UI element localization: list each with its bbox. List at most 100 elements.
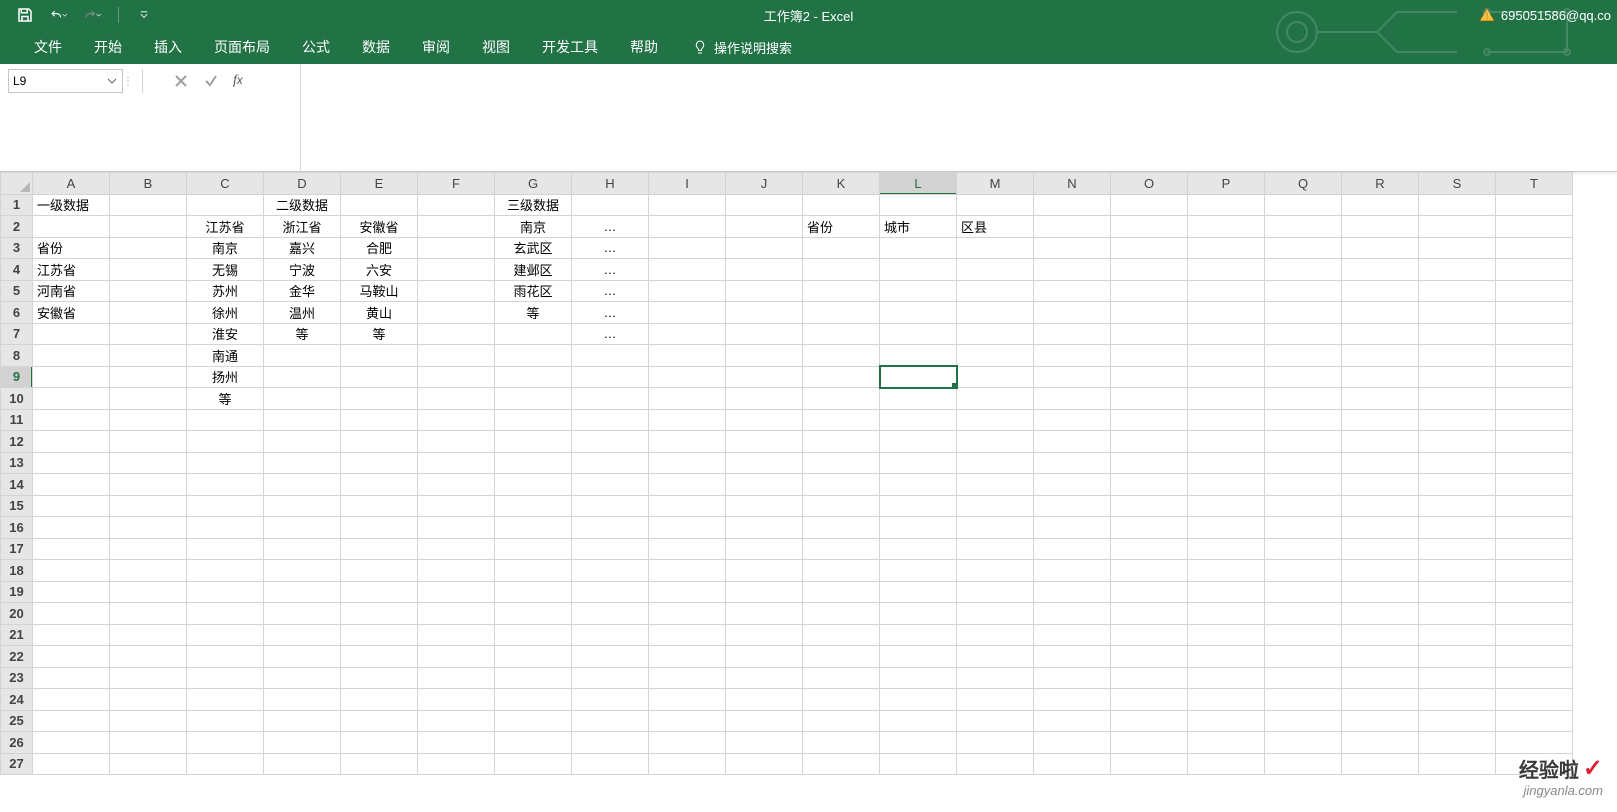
cell-M23[interactable]	[957, 667, 1034, 689]
cell-J19[interactable]	[726, 581, 803, 603]
cell-R7[interactable]	[1342, 323, 1419, 345]
cell-O4[interactable]	[1111, 259, 1188, 281]
cell-G6[interactable]: 等	[495, 302, 572, 324]
cell-A17[interactable]	[33, 538, 110, 560]
cell-M17[interactable]	[957, 538, 1034, 560]
cell-J24[interactable]	[726, 689, 803, 711]
cell-C4[interactable]: 无锡	[187, 259, 264, 281]
cell-J5[interactable]	[726, 280, 803, 302]
cell-S17[interactable]	[1419, 538, 1496, 560]
cell-T2[interactable]	[1496, 216, 1573, 238]
cell-D27[interactable]	[264, 753, 341, 775]
row-header-3[interactable]: 3	[1, 237, 33, 259]
cell-A24[interactable]	[33, 689, 110, 711]
cell-N10[interactable]	[1034, 388, 1111, 410]
cell-F26[interactable]	[418, 732, 495, 754]
cell-G19[interactable]	[495, 581, 572, 603]
cell-S16[interactable]	[1419, 517, 1496, 539]
cell-H26[interactable]	[572, 732, 649, 754]
cell-M16[interactable]	[957, 517, 1034, 539]
column-header-N[interactable]: N	[1034, 173, 1111, 195]
cell-E19[interactable]	[341, 581, 418, 603]
cell-D4[interactable]: 宁波	[264, 259, 341, 281]
cell-Q13[interactable]	[1265, 452, 1342, 474]
cell-T3[interactable]	[1496, 237, 1573, 259]
cell-P17[interactable]	[1188, 538, 1265, 560]
cell-F21[interactable]	[418, 624, 495, 646]
cell-N22[interactable]	[1034, 646, 1111, 668]
cell-M3[interactable]	[957, 237, 1034, 259]
cell-G27[interactable]	[495, 753, 572, 775]
cell-F13[interactable]	[418, 452, 495, 474]
cell-T21[interactable]	[1496, 624, 1573, 646]
cell-G22[interactable]	[495, 646, 572, 668]
cell-O10[interactable]	[1111, 388, 1188, 410]
cell-R2[interactable]	[1342, 216, 1419, 238]
cell-T9[interactable]	[1496, 366, 1573, 388]
cell-M18[interactable]	[957, 560, 1034, 582]
cell-H17[interactable]	[572, 538, 649, 560]
cell-E15[interactable]	[341, 495, 418, 517]
cell-I9[interactable]	[649, 366, 726, 388]
cell-P24[interactable]	[1188, 689, 1265, 711]
cell-J3[interactable]	[726, 237, 803, 259]
cell-O3[interactable]	[1111, 237, 1188, 259]
row-header-23[interactable]: 23	[1, 667, 33, 689]
cell-E13[interactable]	[341, 452, 418, 474]
cell-G23[interactable]	[495, 667, 572, 689]
cell-G11[interactable]	[495, 409, 572, 431]
cell-Q16[interactable]	[1265, 517, 1342, 539]
cell-C6[interactable]: 徐州	[187, 302, 264, 324]
cell-T14[interactable]	[1496, 474, 1573, 496]
select-all-corner[interactable]	[1, 173, 33, 195]
cell-J26[interactable]	[726, 732, 803, 754]
cell-L27[interactable]	[880, 753, 957, 775]
cell-S21[interactable]	[1419, 624, 1496, 646]
cell-L21[interactable]	[880, 624, 957, 646]
column-header-H[interactable]: H	[572, 173, 649, 195]
row-header-24[interactable]: 24	[1, 689, 33, 711]
cell-C9[interactable]: 扬州	[187, 366, 264, 388]
cell-F1[interactable]	[418, 194, 495, 216]
cell-K15[interactable]	[803, 495, 880, 517]
cell-E20[interactable]	[341, 603, 418, 625]
cell-D10[interactable]	[264, 388, 341, 410]
cell-C23[interactable]	[187, 667, 264, 689]
cell-P3[interactable]	[1188, 237, 1265, 259]
cell-P23[interactable]	[1188, 667, 1265, 689]
cell-B24[interactable]	[110, 689, 187, 711]
cell-E5[interactable]: 马鞍山	[341, 280, 418, 302]
cell-R14[interactable]	[1342, 474, 1419, 496]
cell-H7[interactable]: …	[572, 323, 649, 345]
row-header-20[interactable]: 20	[1, 603, 33, 625]
cell-J22[interactable]	[726, 646, 803, 668]
cell-F2[interactable]	[418, 216, 495, 238]
cell-K22[interactable]	[803, 646, 880, 668]
cell-E22[interactable]	[341, 646, 418, 668]
cell-B10[interactable]	[110, 388, 187, 410]
cell-L9[interactable]	[880, 366, 957, 388]
cell-C18[interactable]	[187, 560, 264, 582]
cell-N9[interactable]	[1034, 366, 1111, 388]
cell-D18[interactable]	[264, 560, 341, 582]
cell-T8[interactable]	[1496, 345, 1573, 367]
row-header-26[interactable]: 26	[1, 732, 33, 754]
cell-P21[interactable]	[1188, 624, 1265, 646]
cell-N8[interactable]	[1034, 345, 1111, 367]
cell-B1[interactable]	[110, 194, 187, 216]
cell-J12[interactable]	[726, 431, 803, 453]
cell-Q12[interactable]	[1265, 431, 1342, 453]
cell-G24[interactable]	[495, 689, 572, 711]
cell-F12[interactable]	[418, 431, 495, 453]
cell-A10[interactable]	[33, 388, 110, 410]
cell-Q7[interactable]	[1265, 323, 1342, 345]
cell-K3[interactable]	[803, 237, 880, 259]
cell-I12[interactable]	[649, 431, 726, 453]
undo-icon[interactable]	[50, 6, 68, 24]
cell-S11[interactable]	[1419, 409, 1496, 431]
column-header-M[interactable]: M	[957, 173, 1034, 195]
cell-M7[interactable]	[957, 323, 1034, 345]
cell-G25[interactable]	[495, 710, 572, 732]
cell-J15[interactable]	[726, 495, 803, 517]
cell-K11[interactable]	[803, 409, 880, 431]
